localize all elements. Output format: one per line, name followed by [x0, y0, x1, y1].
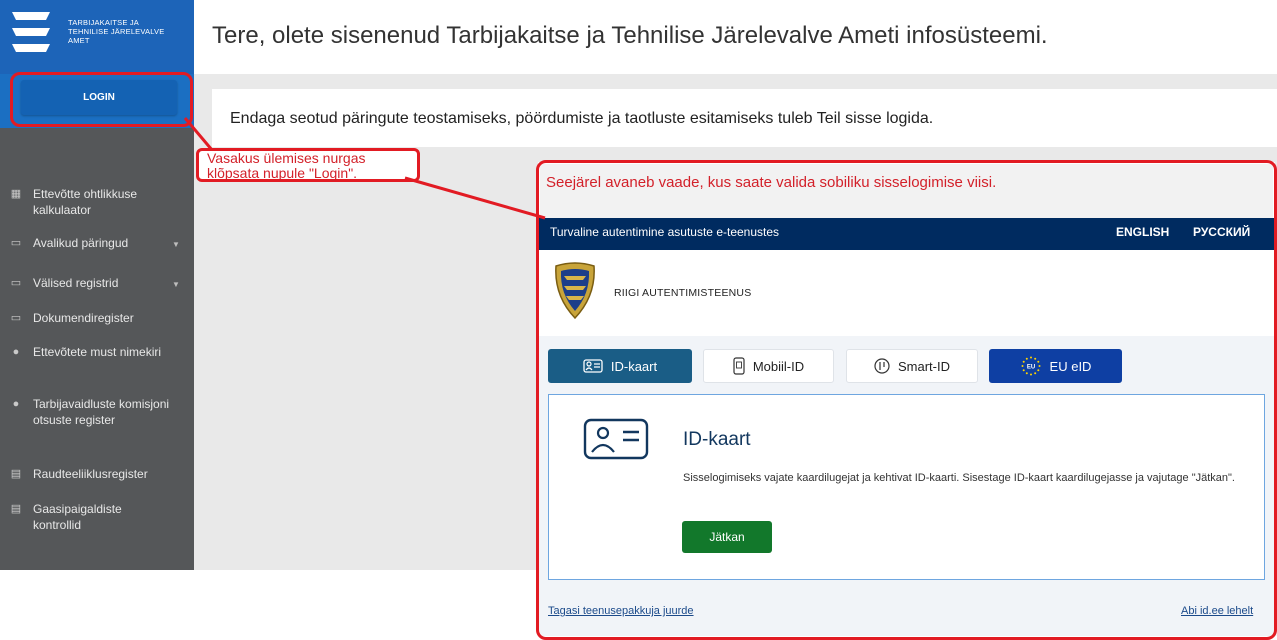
document-icon: ▤ [10, 503, 22, 515]
sidebar-item-label: Ettevõtte ohtlikkuse kalkulaator [33, 187, 138, 217]
page-title: Tere, olete sisenenud Tarbijakaitse ja T… [212, 22, 1048, 49]
brand-name: Tarbijakaitse ja Tehnilise Järelevalve A… [68, 18, 190, 45]
brand-line-3: Amet [68, 36, 90, 45]
folder-icon: ▭ [10, 237, 22, 249]
info-text: Endaga seotud päringute teostamiseks, pö… [230, 110, 934, 127]
calculator-icon: ▦ [10, 188, 22, 200]
coat-of-arms-logo [12, 12, 50, 52]
folder-icon: ▭ [10, 312, 22, 324]
chevron-down-icon: ▼ [172, 280, 180, 289]
document-icon: ▤ [10, 468, 22, 480]
sidebar-item-label: Avalikud päringud [33, 236, 129, 250]
sidebar-item-label: Tarbijavaidluste komisjoni otsuste regis… [33, 397, 170, 427]
sidebar-item-label: Raudteeliiklusregister [33, 467, 148, 481]
brand-line-2: Tehnilise Järelevalve [68, 27, 165, 36]
dot-icon: ● [12, 398, 20, 410]
folder-icon: ▭ [10, 277, 22, 289]
sidebar-item-label: Välised registrid [33, 276, 119, 290]
sidebar-item-label: Gaasipaigaldiste kontrollid [33, 502, 122, 532]
sidebar-item-label: Ettevõtete must nimekiri [33, 345, 162, 359]
login-highlight-frame [10, 72, 193, 127]
sidebar-item-label: Dokumendiregister [33, 311, 134, 325]
chevron-down-icon: ▼ [172, 240, 180, 249]
left-annotation-line-2: klõpsata nupule "Login". [207, 165, 358, 181]
dot-icon: ● [12, 346, 20, 358]
left-annotation-line-1: Vasakus ülemises nurgas [207, 150, 366, 166]
brand-line-1: Tarbijakaitse ja [68, 18, 139, 27]
left-annotation: Vasakus ülemises nurgas klõpsata nupule … [196, 148, 420, 182]
auth-highlight-frame [536, 160, 1277, 640]
